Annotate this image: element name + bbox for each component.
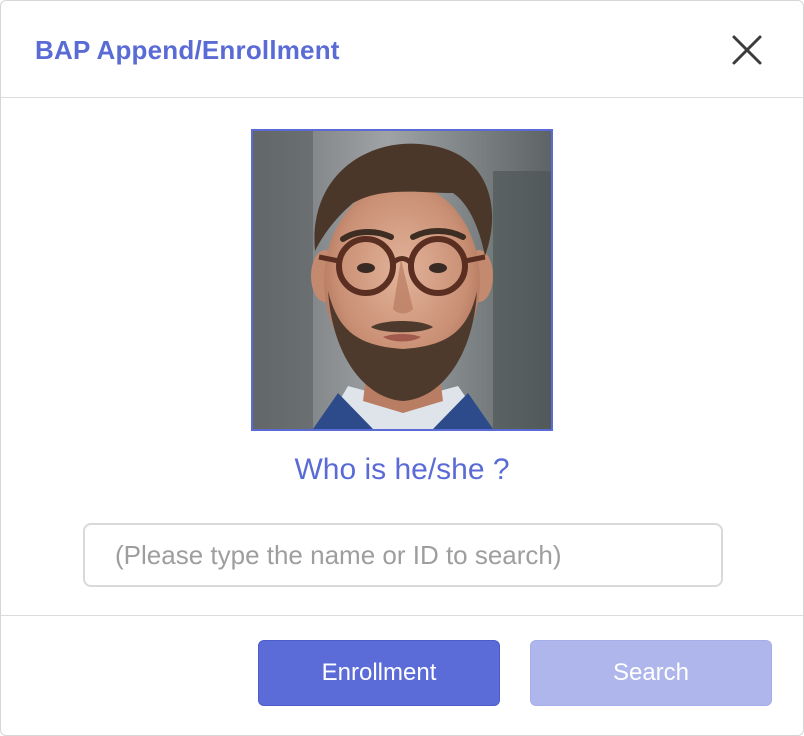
who-is-question: Who is he/she ?: [294, 453, 510, 486]
face-photo: [251, 129, 553, 431]
search-input[interactable]: [83, 523, 723, 587]
enrollment-button[interactable]: Enrollment: [258, 640, 500, 706]
footer-divider: [1, 615, 803, 616]
dialog-title: BAP Append/Enrollment: [35, 35, 340, 65]
close-button[interactable]: [731, 34, 763, 66]
dialog-header: BAP Append/Enrollment: [1, 1, 803, 98]
person-photo-icon: [253, 131, 551, 429]
close-icon: [732, 35, 762, 65]
enrollment-dialog: BAP Append/Enrollment Who is he/she ? (P…: [0, 0, 804, 736]
search-button[interactable]: Search: [530, 640, 772, 706]
